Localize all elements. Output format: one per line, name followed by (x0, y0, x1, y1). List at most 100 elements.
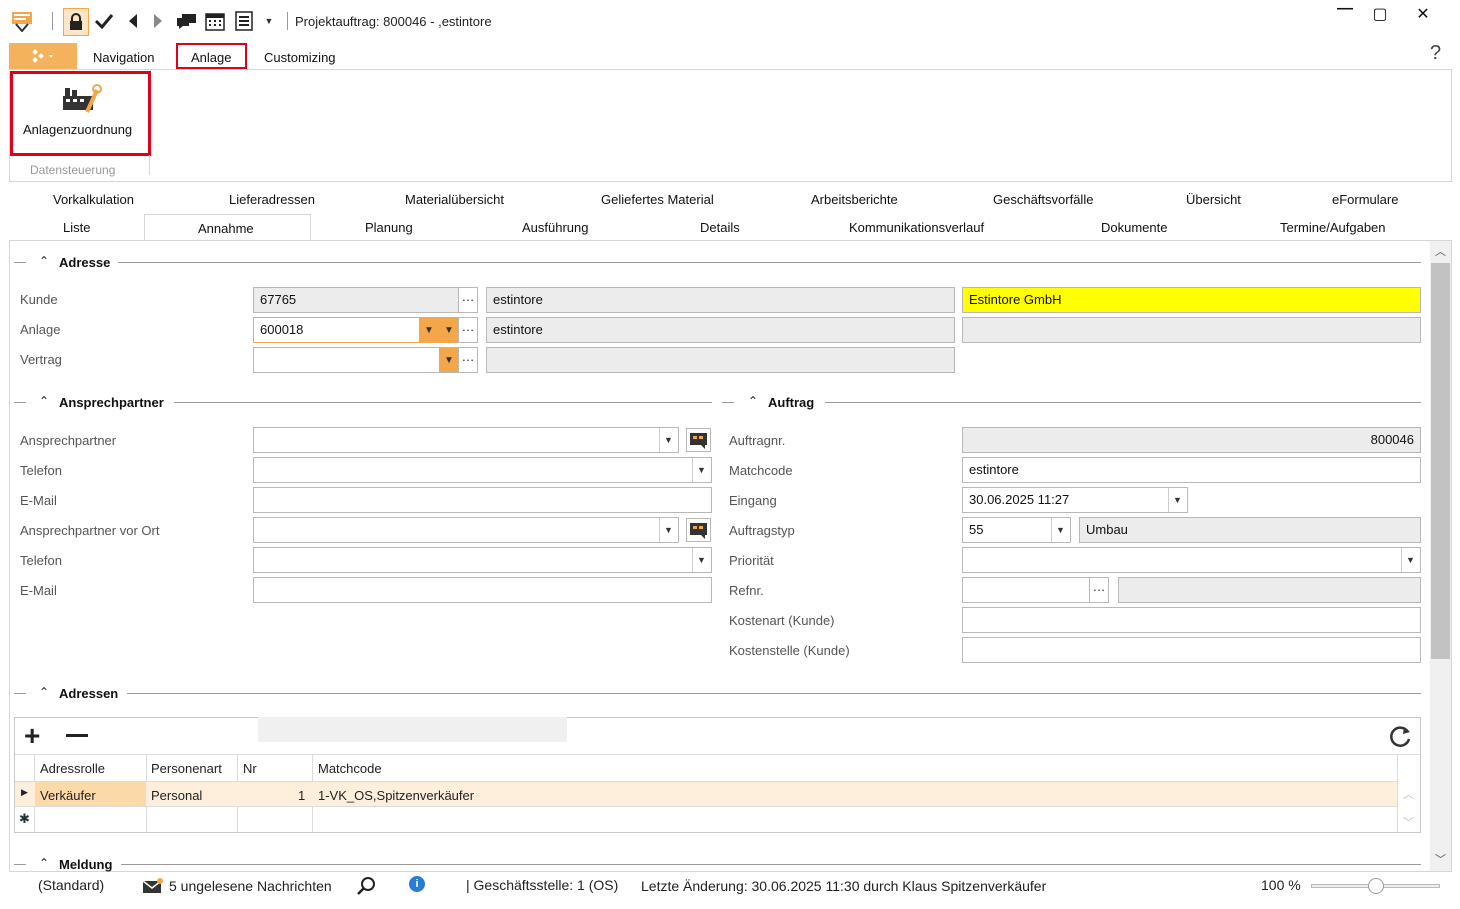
list-icon[interactable] (233, 10, 255, 32)
collapse-auftrag-icon[interactable]: ⌃ (748, 394, 758, 408)
grid-search-area[interactable] (258, 717, 567, 742)
auftragstyp-dropdown-icon[interactable]: ▼ (1051, 518, 1069, 542)
status-messages[interactable]: 5 ungelesene Nachrichten (169, 878, 332, 894)
mail-icon[interactable] (142, 877, 164, 898)
vertrag-dropdown-icon[interactable]: ▼ (439, 348, 459, 372)
collapse-ansprechpartner-icon[interactable]: ⌃ (39, 394, 49, 408)
kunde-matchcode-field[interactable]: estintore (486, 287, 955, 313)
col-nr[interactable]: Nr (243, 761, 257, 776)
refnr-name-field[interactable] (1118, 577, 1421, 603)
telefon-field[interactable] (253, 457, 712, 483)
telefon-vor-ort-field[interactable] (253, 547, 712, 573)
scroll-up-icon[interactable]: ︿ (1435, 243, 1446, 259)
tab-eformulare[interactable]: eFormulare (1332, 192, 1398, 207)
tab-anlage[interactable]: Anlage (176, 43, 247, 69)
anlagenzuordnung-button[interactable]: Anlagenzuordnung (10, 71, 151, 156)
table-row[interactable]: ▶ Verkäufer Personal 1 1-VK_OS,Spitzenve… (15, 782, 1397, 806)
anlage-name-field[interactable] (962, 317, 1421, 343)
minimize-button[interactable]: — (1325, 0, 1365, 22)
refresh-icon[interactable] (1387, 723, 1413, 752)
telefon-dropdown-icon[interactable]: ▼ (692, 458, 710, 482)
refnr-lookup-button[interactable]: … (1089, 577, 1109, 603)
anlage-matchcode-field[interactable]: estintore (486, 317, 955, 343)
app-menu-button[interactable] (9, 43, 77, 69)
auftragstyp-name-field[interactable]: Umbau (1079, 517, 1421, 543)
close-button[interactable]: ✕ (1403, 4, 1443, 26)
prioritaet-dropdown-icon[interactable]: ▼ (1401, 548, 1419, 572)
col-matchcode[interactable]: Matchcode (318, 761, 382, 776)
tab-dokumente[interactable]: Dokumente (1101, 220, 1167, 235)
check-icon[interactable] (93, 10, 115, 32)
maximize-button[interactable]: ▢ (1360, 4, 1400, 26)
vertrag-name-field[interactable] (486, 347, 955, 373)
forward-icon[interactable] (147, 10, 169, 32)
tab-vorkalkulation[interactable]: Vorkalkulation (53, 192, 134, 207)
zoom-slider-thumb[interactable] (1367, 878, 1384, 894)
tab-arbeitsberichte[interactable]: Arbeitsberichte (811, 192, 898, 207)
add-row-icon[interactable]: + (24, 722, 40, 750)
kostenart-field[interactable] (962, 607, 1421, 633)
anlage-lookup-button[interactable]: … (458, 317, 478, 343)
tab-ausfuehrung[interactable]: Ausführung (522, 220, 589, 235)
scrollbar-thumb[interactable] (1431, 263, 1450, 659)
kunde-name-field[interactable]: Estintore GmbH (962, 287, 1421, 313)
tab-kommunikationsverlauf[interactable]: Kommunikationsverlauf (849, 220, 984, 235)
eingang-field[interactable]: 30.06.2025 11:27 (962, 487, 1188, 513)
vertrag-field[interactable] (253, 347, 459, 373)
tab-annahme[interactable]: Annahme (144, 214, 311, 241)
email-vor-ort-field[interactable] (253, 577, 712, 603)
telefon-vor-ort-dropdown-icon[interactable]: ▼ (692, 548, 710, 572)
new-row-icon[interactable]: ✱ (19, 811, 30, 827)
tab-liste[interactable]: Liste (63, 220, 90, 235)
status-profile[interactable]: (Standard) (38, 877, 104, 893)
tab-materialuebersicht[interactable]: Materialübersicht (405, 192, 504, 207)
kunde-field[interactable]: 67765 (253, 287, 459, 313)
collapse-meldung-icon[interactable]: ⌃ (39, 856, 49, 870)
scroll-down-icon[interactable]: ﹀ (1435, 851, 1446, 867)
remove-row-icon[interactable] (66, 734, 88, 737)
dropdown-icon[interactable]: ▼ (258, 10, 280, 32)
auftragnr-field[interactable]: 800046 (962, 427, 1421, 453)
vertrag-lookup-button[interactable]: … (458, 347, 478, 373)
collapse-adressen-icon[interactable]: ⌃ (39, 685, 49, 699)
ansprechpartner-vor-ort-dropdown-icon[interactable]: ▼ (659, 518, 677, 542)
ansprechpartner-vor-ort-contact-icon[interactable] (686, 518, 711, 542)
col-personenart[interactable]: Personenart (151, 761, 222, 776)
ansprechpartner-dropdown-icon[interactable]: ▼ (659, 428, 677, 452)
calendar-icon[interactable] (204, 10, 226, 32)
tab-details[interactable]: Details (700, 220, 740, 235)
email-field[interactable] (253, 487, 712, 513)
grid-scroll-up-icon[interactable]: ︿ (1403, 786, 1414, 802)
tab-customizing[interactable]: Customizing (264, 50, 336, 65)
vertical-scrollbar[interactable]: ︿ ﹀ (1430, 241, 1451, 871)
tab-uebersicht[interactable]: Übersicht (1186, 192, 1241, 207)
grid-scroll-down-icon[interactable]: ﹀ (1403, 814, 1414, 830)
search-icon[interactable] (356, 876, 376, 899)
tab-lieferadressen[interactable]: Lieferadressen (229, 192, 315, 207)
kunde-lookup-button[interactable]: … (458, 287, 478, 313)
ansprechpartner-field[interactable] (253, 427, 679, 453)
tab-planung[interactable]: Planung (365, 220, 413, 235)
ansprechpartner-vor-ort-field[interactable] (253, 517, 679, 543)
app-logo-icon[interactable] (10, 10, 32, 32)
refnr-field[interactable] (962, 577, 1090, 603)
anlage-dropdown-icon[interactable]: ▼ (439, 318, 459, 342)
prioritaet-field[interactable] (962, 547, 1421, 573)
tab-geschaeftsvorfaelle[interactable]: Geschäftsvorfälle (993, 192, 1093, 207)
lock-icon[interactable] (63, 8, 89, 36)
collapse-adresse-icon[interactable]: ⌃ (39, 254, 49, 268)
anlage-filter-icon[interactable]: ▼ (419, 318, 439, 342)
tab-termine-aufgaben[interactable]: Termine/Aufgaben (1280, 220, 1386, 235)
help-button[interactable]: ? (1430, 42, 1441, 65)
tab-geliefertes-material[interactable]: Geliefertes Material (601, 192, 714, 207)
eingang-dropdown-icon[interactable]: ▼ (1168, 488, 1186, 512)
tab-navigation[interactable]: Navigation (93, 50, 154, 65)
back-icon[interactable] (122, 10, 144, 32)
kostenstelle-field[interactable] (962, 637, 1421, 663)
matchcode-field[interactable]: estintore (962, 457, 1421, 483)
chat-icon[interactable] (176, 10, 198, 32)
info-icon[interactable]: i (409, 876, 425, 892)
ansprechpartner-contact-icon[interactable] (686, 428, 711, 452)
cell-personenart: Personal (151, 788, 203, 803)
col-adressrolle[interactable]: Adressrolle (40, 761, 105, 776)
